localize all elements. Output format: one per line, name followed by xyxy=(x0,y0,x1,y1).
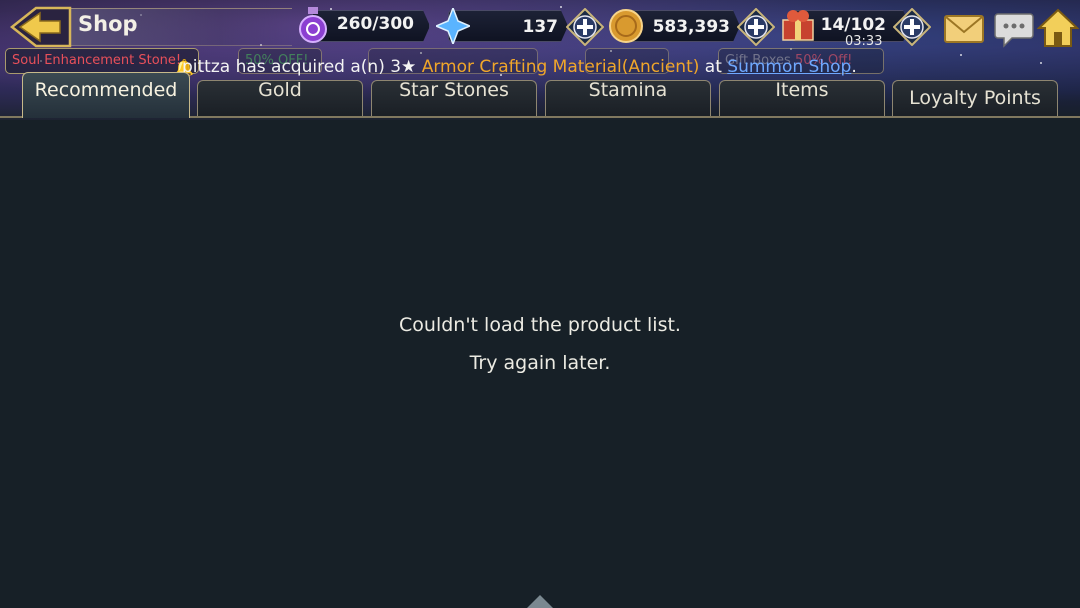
home-button[interactable] xyxy=(1036,8,1080,48)
blue-crystal-icon xyxy=(434,5,472,48)
announcement-ticker: pittza has acquired a(n) 3★ Armor Crafti… xyxy=(182,57,857,77)
add-gold-button[interactable] xyxy=(736,7,776,47)
add-crystals-button[interactable] xyxy=(565,7,605,47)
plus-icon xyxy=(736,7,776,47)
ticker-period: . xyxy=(851,57,857,77)
plus-icon xyxy=(565,7,605,47)
stamina-value: 260/300 xyxy=(336,14,414,34)
retry-message: Try again later. xyxy=(469,352,611,374)
tab-star-stones-label: Star Stones xyxy=(399,79,509,101)
home-icon xyxy=(1036,8,1080,47)
crystal-value: 137 xyxy=(522,17,559,37)
promo-soul-stone[interactable]: Soul Enhancement Stone! xyxy=(5,48,199,74)
page-title: Shop xyxy=(78,12,138,36)
tab-items-label: Items xyxy=(775,79,829,101)
ticker-text-at: at xyxy=(699,57,728,77)
mail-button[interactable] xyxy=(943,8,984,48)
ticker-item: Armor Crafting Material(Ancient) xyxy=(421,57,700,77)
ticker-summon-shop-link[interactable]: Summon Shop xyxy=(727,57,851,77)
tab-loyalty-points-label: Loyalty Points xyxy=(909,87,1041,109)
add-giftbox-button[interactable] xyxy=(892,7,932,47)
back-button[interactable] xyxy=(9,6,72,48)
tab-recommended-label: Recommended xyxy=(34,79,178,101)
tab-loyalty-points[interactable]: Loyalty Points xyxy=(892,80,1058,116)
tab-stamina[interactable]: Stamina xyxy=(545,79,711,116)
back-arrow-icon xyxy=(9,6,72,48)
tab-items[interactable]: Items xyxy=(719,79,885,116)
gold-coin-icon xyxy=(608,8,644,48)
giftbox-timer: 03:33 xyxy=(845,34,883,49)
tab-star-stones[interactable]: Star Stones xyxy=(371,79,537,116)
mail-icon xyxy=(944,15,984,43)
tab-gold-label: Gold xyxy=(258,79,302,101)
chevron-up-icon[interactable] xyxy=(526,594,554,608)
ticker-text: has acquired a(n) 3★ xyxy=(230,57,422,77)
plus-icon xyxy=(892,7,932,47)
tab-recommended[interactable]: Recommended xyxy=(22,72,190,118)
chat-icon xyxy=(994,13,1034,48)
ticker-user: pittza xyxy=(182,57,231,77)
chat-button[interactable] xyxy=(994,8,1034,48)
error-message: Couldn't load the product list. xyxy=(399,314,681,336)
gold-value: 583,393 xyxy=(652,17,730,37)
promo-soul-label: Soul Enhancement Stone xyxy=(12,53,176,68)
giftbox-value: 14/102 xyxy=(820,15,886,35)
tab-gold[interactable]: Gold xyxy=(197,79,363,116)
tab-stamina-label: Stamina xyxy=(588,79,668,101)
